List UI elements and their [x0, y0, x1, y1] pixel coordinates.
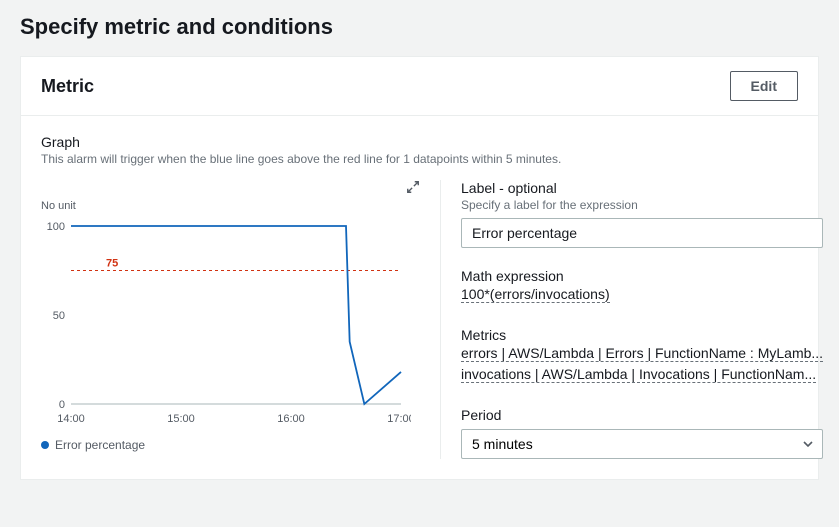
chart-legend: Error percentage — [41, 438, 420, 452]
edit-button[interactable]: Edit — [730, 71, 798, 101]
label-field-sublabel: Specify a label for the expression — [461, 198, 823, 212]
svg-text:75: 75 — [106, 258, 118, 270]
metrics-line-2: invocations | AWS/Lambda | Invocations |… — [461, 366, 816, 383]
period-select-wrap: 5 minutes — [461, 429, 823, 459]
math-expression-label: Math expression — [461, 268, 823, 284]
chart-plot: 0 50 100 14:00 15:00 16:00 17:00 75 — [41, 218, 411, 428]
graph-section-desc: This alarm will trigger when the blue li… — [41, 152, 798, 166]
legend-dot — [41, 441, 49, 449]
svg-text:50: 50 — [53, 310, 65, 322]
svg-text:0: 0 — [59, 399, 65, 411]
graph-section-title: Graph — [41, 134, 798, 150]
svg-text:16:00: 16:00 — [277, 413, 305, 425]
legend-label: Error percentage — [55, 438, 145, 452]
label-group: Label - optional Specify a label for the… — [461, 180, 823, 248]
chart-column: No unit 0 50 100 14:00 15:00 16:00 17:00 75 Err… — [41, 180, 441, 459]
form-column: Label - optional Specify a label for the… — [441, 180, 823, 459]
panel-title: Metric — [41, 76, 94, 97]
metrics-line-1: errors | AWS/Lambda | Errors | FunctionN… — [461, 345, 823, 362]
math-group: Math expression 100*(errors/invocations) — [461, 268, 823, 307]
page-title: Specify metric and conditions — [0, 0, 839, 56]
no-unit-label: No unit — [41, 200, 420, 212]
metric-panel: Metric Edit Graph This alarm will trigge… — [20, 56, 819, 480]
panel-body: Graph This alarm will trigger when the b… — [21, 116, 818, 479]
content-row: No unit 0 50 100 14:00 15:00 16:00 17:00 75 Err… — [41, 180, 798, 459]
period-select[interactable]: 5 minutes — [461, 429, 823, 459]
metrics-group: Metrics errors | AWS/Lambda | Errors | F… — [461, 327, 823, 387]
expand-icon[interactable] — [406, 180, 420, 197]
svg-text:15:00: 15:00 — [167, 413, 195, 425]
svg-text:100: 100 — [47, 221, 65, 233]
svg-text:17:00: 17:00 — [387, 413, 411, 425]
math-expression-value: 100*(errors/invocations) — [461, 286, 610, 303]
svg-text:14:00: 14:00 — [57, 413, 85, 425]
panel-header: Metric Edit — [21, 57, 818, 116]
metrics-label: Metrics — [461, 327, 823, 343]
label-input[interactable] — [461, 218, 823, 248]
period-group: Period 5 minutes — [461, 407, 823, 459]
label-field-label: Label - optional — [461, 180, 823, 196]
period-label: Period — [461, 407, 823, 423]
